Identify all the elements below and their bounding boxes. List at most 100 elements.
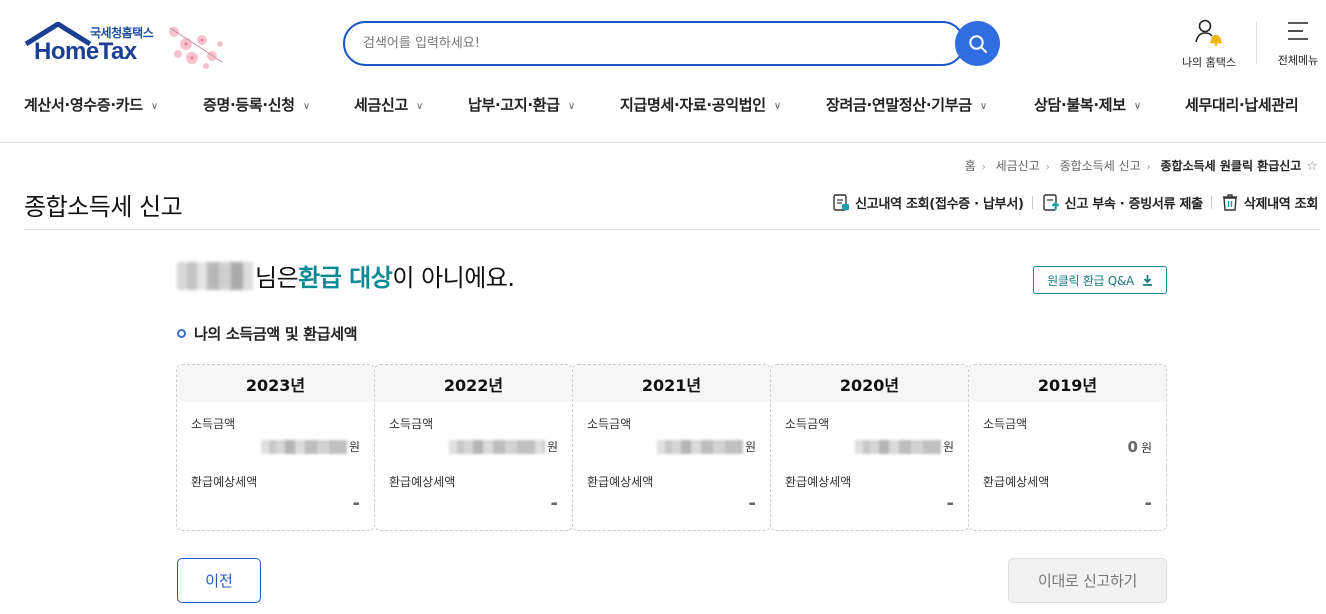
nav-item-label: 세금신고 — [354, 96, 409, 114]
nav-item-label: 증명·등록·신청 — [203, 96, 295, 114]
refund-value: - — [352, 493, 360, 514]
nav-item-label: 상담·불복·제보 — [1034, 96, 1126, 114]
chevron-down-icon: ∨ — [416, 101, 424, 112]
chevron-down-icon: ∨ — [773, 101, 781, 112]
unit-label: 원 — [942, 440, 954, 454]
chevron-right-icon: › — [1045, 162, 1050, 173]
chevron-down-icon: ∨ — [150, 101, 158, 112]
search-button[interactable] — [955, 21, 1000, 66]
section-title: 나의 소득금액 및 환급세액 — [177, 323, 358, 344]
nav-item-label: 납부·고지·환급 — [468, 96, 560, 114]
income-value: 원 — [448, 438, 558, 455]
year-card-2023: 2023년 소득금액 원 환급예상세액 - — [176, 364, 375, 531]
prev-button[interactable]: 이전 — [177, 558, 261, 603]
masked-amount — [854, 439, 941, 454]
main-nav: 계산서·영수증·카드 ∨ 증명·등록·신청 ∨ 세금신고 ∨ 납부·고지·환급 ∨ 지급… — [0, 86, 1326, 124]
card-year: 2022년 — [375, 365, 572, 402]
year-card-2020: 2020년 소득금액 원 환급예상세액 - — [770, 364, 969, 531]
chevron-down-icon: ∨ — [567, 101, 575, 112]
nav-item-label: 세무대리·납세관리 — [1185, 96, 1299, 114]
link-divider — [1210, 195, 1212, 209]
breadcrumb-current: 종합소득세 원클릭 환급신고 — [1160, 159, 1302, 173]
nav-item-certificates[interactable]: 증명·등록·신청 ∨ — [203, 94, 310, 115]
breadcrumb: 홈 › 세금신고 › 종합소득세 신고 › 종합소득세 원클릭 환급신고 ☆ — [965, 157, 1318, 174]
result-highlight: 환급 대상 — [298, 264, 393, 292]
unit-label: 원 — [744, 440, 756, 454]
header: 국세청홈택스 HomeTax 나의 — [0, 0, 1326, 80]
masked-amount — [448, 439, 545, 454]
refund-value: - — [748, 493, 756, 514]
nav-item-incentives[interactable]: 장려금·연말정산·기부금 ∨ — [826, 94, 987, 115]
breadcrumb-home[interactable]: 홈 — [965, 159, 976, 173]
attach-documents-link[interactable]: 신고 부속 · 증빙서류 제출 — [1041, 192, 1203, 212]
filing-history-link[interactable]: 신고내역 조회(접수증 · 납부서) — [831, 192, 1024, 212]
refund-value: - — [1144, 493, 1152, 514]
refund-label: 환급예상세액 — [983, 475, 1050, 489]
logo-big-text: HomeTax — [34, 38, 137, 65]
chevron-right-icon: › — [1146, 162, 1151, 173]
card-year: 2020년 — [771, 365, 968, 402]
masked-amount — [260, 439, 347, 454]
quick-links: 신고내역 조회(접수증 · 납부서) 신고 부속 · 증빙서류 제출 삭제내역 … — [831, 192, 1318, 212]
bullet-circle-icon — [177, 329, 186, 338]
refund-label: 환급예상세액 — [191, 475, 258, 489]
all-menu-button[interactable]: 전체메뉴 — [1273, 18, 1323, 68]
document-list-icon — [833, 194, 850, 211]
user-bell-icon — [1195, 19, 1222, 46]
unit-label: 원 — [348, 440, 360, 454]
my-hometax-button[interactable]: 나의 홈택스 — [1178, 18, 1240, 70]
section-title-text: 나의 소득금액 및 환급세액 — [194, 325, 358, 343]
hometax-logo[interactable]: 국세청홈택스 HomeTax — [24, 20, 234, 72]
breadcrumb-tax-filing[interactable]: 세금신고 — [996, 159, 1040, 173]
card-year: 2023년 — [177, 365, 374, 402]
result-text-pre: 님은 — [255, 264, 299, 292]
refund-label: 환급예상세액 — [785, 475, 852, 489]
nav-item-tax-filing[interactable]: 세금신고 ∨ — [354, 94, 423, 115]
year-cards: 2023년 소득금액 원 환급예상세액 - 2022년 소득금액 원 환급예상세… — [176, 364, 1167, 531]
income-label: 소득금액 — [587, 417, 632, 431]
nav-item-invoices[interactable]: 계산서·영수증·카드 ∨ — [24, 94, 158, 115]
header-divider — [1256, 22, 1257, 64]
result-text-post: 이 아니에요. — [392, 264, 515, 292]
income-value: 0원 — [1128, 438, 1152, 456]
year-card-2019: 2019년 소득금액 0원 환급예상세액 - — [968, 364, 1167, 531]
filing-history-label: 신고내역 조회(접수증 · 납부서) — [855, 196, 1024, 212]
income-value: 원 — [656, 438, 756, 455]
search-input[interactable] — [345, 23, 905, 64]
nav-item-consulting[interactable]: 상담·불복·제보 ∨ — [1034, 94, 1141, 115]
chevron-right-icon: › — [981, 162, 986, 173]
nav-item-payment[interactable]: 납부·고지·환급 ∨ — [468, 94, 575, 115]
card-year: 2019년 — [969, 365, 1166, 402]
year-card-2022: 2022년 소득금액 원 환급예상세액 - — [374, 364, 573, 531]
page-title: 종합소득세 신고 — [24, 193, 183, 221]
refund-label: 환급예상세액 — [587, 475, 654, 489]
refund-value: - — [946, 493, 954, 514]
deleted-history-label: 삭제내역 조회 — [1243, 196, 1318, 212]
unit-label: 원 — [546, 440, 558, 454]
income-label: 소득금액 — [191, 417, 236, 431]
attach-documents-label: 신고 부속 · 증빙서류 제출 — [1064, 196, 1203, 212]
oneclick-refund-qa-button[interactable]: 원클릭 환급 Q&A — [1033, 266, 1167, 294]
masked-amount — [656, 439, 743, 454]
submit-filing-button[interactable]: 이대로 신고하기 — [1008, 558, 1167, 603]
nav-item-statements[interactable]: 지급명세·자료·공익법인 ∨ — [620, 94, 781, 115]
trash-icon — [1222, 194, 1237, 211]
nav-item-tax-agent[interactable]: 세무대리·납세관리 — [1185, 94, 1299, 115]
unit-label: 원 — [1140, 440, 1152, 455]
chevron-down-icon: ∨ — [1133, 101, 1141, 112]
refund-value: - — [550, 493, 558, 514]
card-year: 2021년 — [573, 365, 770, 402]
star-favorite-icon[interactable]: ☆ — [1306, 159, 1318, 174]
document-upload-icon — [1042, 194, 1059, 211]
income-value: 원 — [854, 438, 954, 455]
income-value: 원 — [260, 438, 360, 455]
refund-label: 환급예상세액 — [389, 475, 456, 489]
cherry-blossom-icon — [169, 27, 223, 69]
my-hometax-label: 나의 홈택스 — [1181, 56, 1237, 69]
link-divider — [1031, 195, 1033, 209]
nav-item-label: 장려금·연말정산·기부금 — [826, 96, 972, 114]
breadcrumb-income-tax[interactable]: 종합소득세 신고 — [1060, 159, 1141, 173]
download-icon — [1142, 275, 1152, 286]
deleted-history-link[interactable]: 삭제내역 조회 — [1220, 192, 1318, 212]
chevron-down-icon: ∨ — [979, 101, 987, 112]
